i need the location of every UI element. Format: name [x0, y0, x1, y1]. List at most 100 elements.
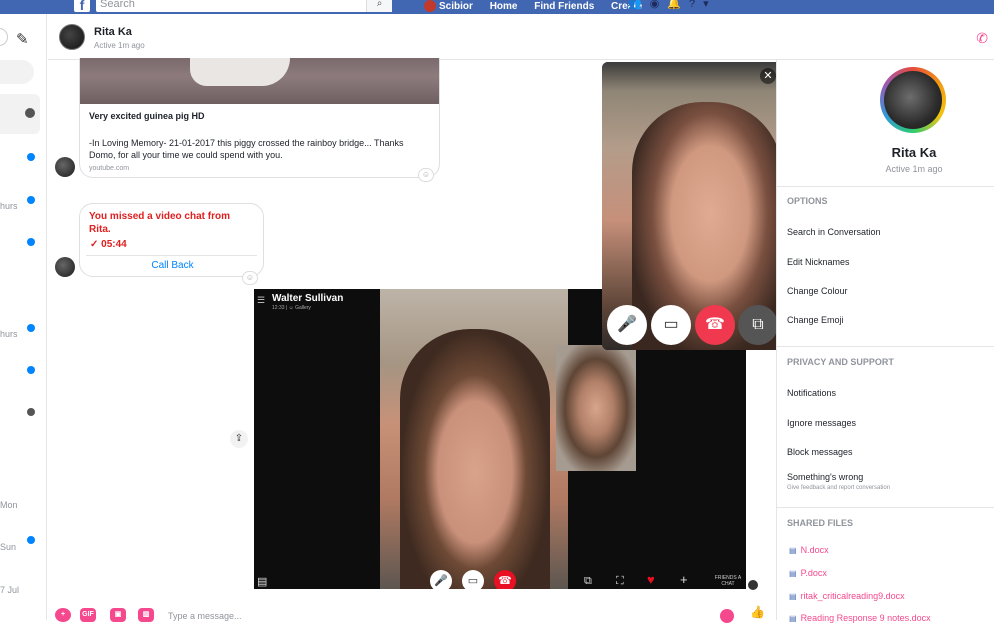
- share-icon[interactable]: ⇪: [230, 430, 248, 448]
- search-placeholder: Search: [100, 0, 135, 10]
- notifications[interactable]: Notifications: [787, 388, 836, 398]
- document-icon: ▤: [789, 614, 797, 623]
- privacy-heading: PRIVACY AND SUPPORT: [787, 357, 894, 367]
- shared-file[interactable]: ▤ P.docx: [789, 568, 827, 578]
- unread-dot: [27, 324, 35, 332]
- conversation-time: 7 Jul: [0, 585, 20, 595]
- compose-icon[interactable]: ✎: [16, 30, 29, 48]
- link-preview-card[interactable]: Very excited guinea pig HD -In Loving Me…: [79, 58, 440, 178]
- missed-call-duration: ✓ 05:44: [90, 239, 127, 250]
- search-icon[interactable]: ⌕: [366, 0, 392, 12]
- seen-avatar: [748, 580, 758, 590]
- bell-icon[interactable]: 🔔: [667, 0, 689, 10]
- link-thumbnail: [80, 58, 439, 104]
- call-back-button[interactable]: Call Back: [80, 260, 265, 271]
- missed-call-bubble: You missed a video chat from Rita. ✓ 05:…: [79, 203, 264, 277]
- something-wrong[interactable]: Something's wrong: [787, 472, 863, 482]
- message-avatar: [55, 257, 75, 277]
- profile-link[interactable]: Scibior: [424, 0, 473, 12]
- friends-icon[interactable]: 👥: [628, 0, 650, 10]
- file-name: ritak_criticalreading9.docx: [800, 591, 905, 601]
- remote-video: [380, 289, 568, 589]
- mic-button[interactable]: 🎤: [430, 570, 452, 589]
- message-composer: + GIF ▣ ▨ Type a message... 👍: [48, 603, 776, 623]
- switch-icon[interactable]: ⧉: [584, 575, 592, 588]
- facebook-top-bar: f Search ⌕ Scibior Home Find Friends Cre…: [0, 0, 994, 14]
- nav-home[interactable]: Home: [490, 1, 518, 12]
- block-messages[interactable]: Block messages: [787, 447, 853, 457]
- conversation-time: Mon: [0, 500, 18, 510]
- profile-name: Rita Ka: [891, 145, 937, 160]
- top-nav: Scibior Home Find Friends Create: [424, 0, 656, 14]
- duration-value: 05:44: [101, 239, 127, 250]
- link-description: -In Loving Memory- 21-01-2017 this piggy…: [89, 138, 404, 160]
- conversation-info-panel: Rita Ka Active 1m ago OPTIONS Search in …: [776, 60, 994, 623]
- ignore-messages[interactable]: Ignore messages: [787, 418, 856, 428]
- conversation-search[interactable]: [0, 60, 34, 84]
- shared-file[interactable]: ▤ ritak_criticalreading9.docx: [789, 591, 905, 601]
- profile-avatar[interactable]: [880, 67, 946, 133]
- unread-dot: [27, 196, 35, 204]
- guinea-pig-image: [190, 58, 290, 86]
- change-emoji[interactable]: Change Emoji: [787, 315, 844, 325]
- conversation-header: Rita Ka Active 1m ago ✆: [48, 14, 994, 60]
- document-icon: ▤: [789, 546, 797, 555]
- caret-icon[interactable]: ▾: [703, 0, 717, 10]
- hangup-icon[interactable]: ☎: [695, 305, 735, 345]
- camera-button[interactable]: ▭: [462, 570, 484, 589]
- caller-name: Walter Sullivan: [272, 293, 344, 304]
- top-icons: 👥◉🔔?▾: [628, 0, 717, 10]
- conversation-time: Sun: [0, 542, 17, 552]
- mic-icon[interactable]: 🎤: [607, 305, 647, 345]
- search-in-conversation[interactable]: Search in Conversation: [787, 227, 881, 237]
- video-popup[interactable]: ✕ 🎤 ▭ ☎ ⧉: [602, 62, 782, 350]
- video-face: [400, 329, 550, 589]
- unread-dot: [27, 153, 35, 161]
- camera-icon[interactable]: ▭: [651, 305, 691, 345]
- contact-status: Active 1m ago: [94, 41, 145, 50]
- document-icon: ▤: [789, 592, 797, 601]
- missed-call-text: You missed a video chat from Rita.: [89, 211, 230, 235]
- user-name: Scibior: [439, 1, 473, 12]
- menu-icon[interactable]: ☰: [257, 295, 265, 306]
- divider: [777, 346, 994, 347]
- conversation-time: hurs: [0, 201, 18, 211]
- settings-icon[interactable]: [0, 28, 8, 46]
- reaction-icon[interactable]: ☺: [418, 168, 434, 182]
- search-input[interactable]: Search ⌕: [96, 0, 392, 12]
- message-avatar: [55, 157, 75, 177]
- close-icon[interactable]: ✕: [760, 68, 776, 84]
- nav-find-friends[interactable]: Find Friends: [534, 1, 594, 12]
- conversation-avatar[interactable]: [27, 408, 35, 416]
- contact-avatar[interactable]: [59, 24, 85, 50]
- help-icon[interactable]: ?: [689, 0, 703, 10]
- messenger-icon[interactable]: ◉: [650, 0, 668, 10]
- hangup-button[interactable]: ☎: [494, 570, 516, 589]
- facebook-logo[interactable]: f: [74, 0, 90, 13]
- add-icon[interactable]: +: [680, 572, 688, 587]
- chat-icon[interactable]: ▤: [257, 575, 267, 588]
- phone-icon[interactable]: ✆: [976, 30, 988, 47]
- reaction-icon[interactable]: ☺: [242, 271, 258, 285]
- contact-name[interactable]: Rita Ka: [94, 26, 132, 38]
- document-icon: ▤: [789, 569, 797, 578]
- divider: [777, 186, 994, 187]
- heart-icon[interactable]: ♥: [647, 572, 655, 587]
- popout-icon[interactable]: ⧉: [738, 305, 778, 345]
- link-title: Very excited guinea pig HD: [89, 111, 205, 121]
- like-icon[interactable]: 👍: [750, 605, 765, 619]
- unread-dot: [27, 238, 35, 246]
- active-conversation-avatar: [25, 108, 35, 118]
- fullscreen-icon[interactable]: ⛶: [616, 575, 624, 588]
- edit-nicknames[interactable]: Edit Nicknames: [787, 257, 850, 267]
- shared-file[interactable]: ▤ Reading Response 9 notes.docx: [789, 613, 931, 623]
- options-heading: OPTIONS: [787, 196, 828, 206]
- change-colour[interactable]: Change Colour: [787, 286, 848, 296]
- link-url: youtube.com: [89, 165, 130, 172]
- shared-files-heading: SHARED FILES: [787, 518, 854, 528]
- shared-file[interactable]: ▤ N.docx: [789, 545, 829, 555]
- user-avatar: [424, 0, 436, 12]
- emoji-icon[interactable]: [720, 609, 734, 623]
- something-wrong-subtitle: Give feedback and report conversation: [787, 485, 891, 491]
- unread-dot: [27, 366, 35, 374]
